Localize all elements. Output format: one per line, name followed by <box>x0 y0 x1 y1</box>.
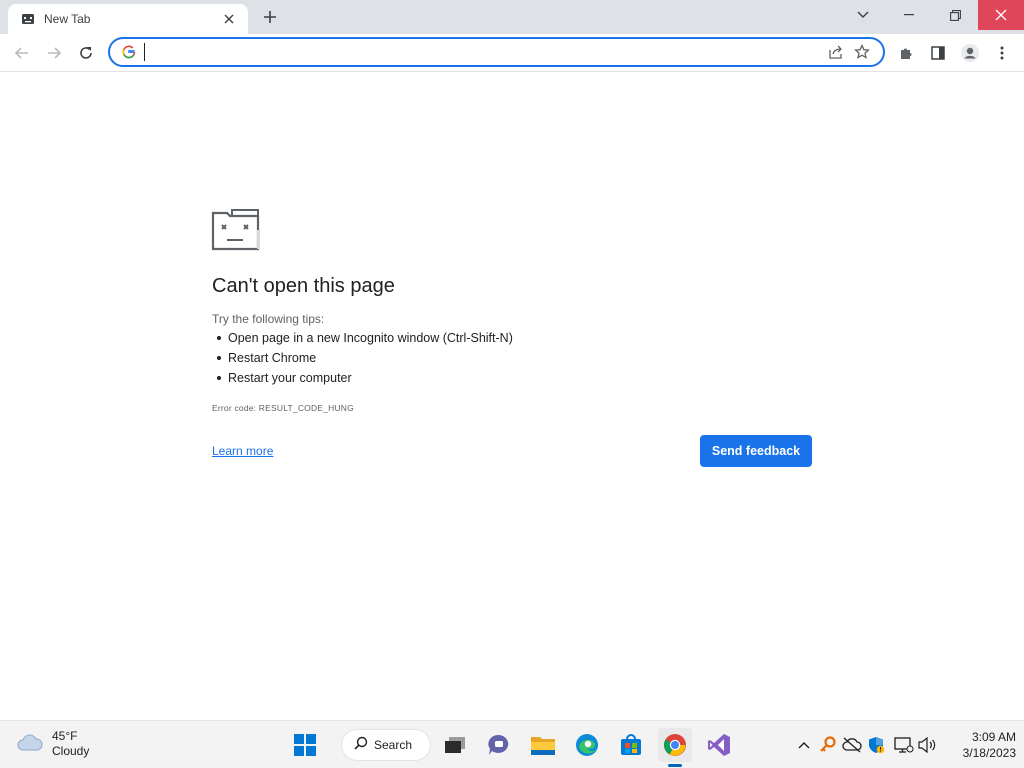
profile-avatar-icon[interactable] <box>957 40 983 66</box>
onedrive-offline-icon[interactable] <box>842 735 862 755</box>
weather-widget[interactable]: 45°F Cloudy <box>16 729 89 759</box>
tab-close-icon[interactable] <box>220 10 238 28</box>
extensions-puzzle-icon[interactable] <box>893 40 919 66</box>
forward-arrow-icon[interactable] <box>41 40 67 66</box>
weather-condition: Cloudy <box>52 744 90 758</box>
search-icon <box>354 736 368 755</box>
learn-more-link[interactable]: Learn more <box>212 444 273 458</box>
teams-chat-icon[interactable] <box>482 728 516 762</box>
security-shield-icon[interactable] <box>866 735 886 755</box>
network-monitor-icon[interactable] <box>894 735 914 755</box>
list-item: Open page in a new Incognito window (Ctr… <box>214 328 513 348</box>
clock-time: 3:09 AM <box>971 730 1016 744</box>
visual-studio-icon[interactable] <box>702 728 736 762</box>
tab-new-tab[interactable]: New Tab <box>8 4 248 34</box>
taskbar-search-button[interactable]: Search <box>342 730 430 760</box>
error-code: Error code: RESULT_CODE_HUNG <box>212 403 354 413</box>
new-tab-plus-icon[interactable] <box>258 6 282 28</box>
reload-icon[interactable] <box>73 40 99 66</box>
microsoft-store-icon[interactable] <box>614 728 648 762</box>
error-page: Can't open this page Try the following t… <box>0 72 1024 720</box>
tips-list: Open page in a new Incognito window (Ctr… <box>214 328 513 388</box>
list-item: Restart Chrome <box>214 348 513 368</box>
restore-icon[interactable] <box>939 0 971 30</box>
send-feedback-button[interactable]: Send feedback <box>700 435 812 467</box>
edge-browser-icon[interactable] <box>570 728 604 762</box>
address-input[interactable] <box>145 41 823 63</box>
google-g-icon <box>120 40 138 64</box>
error-title: Can't open this page <box>212 275 395 297</box>
browser-toolbar <box>0 34 1024 72</box>
system-clock[interactable]: 3:09 AM 3/18/2023 <box>946 729 1016 761</box>
sad-folder-icon <box>210 208 262 252</box>
weather-temperature: 45°F <box>52 729 78 743</box>
back-arrow-icon[interactable] <box>9 40 35 66</box>
windows-taskbar: 45°F Cloudy Search 3:09 AM 3/18/2023 <box>0 720 1024 768</box>
tips-label: Try the following tips: <box>212 312 325 326</box>
window-close-icon[interactable] <box>978 0 1024 30</box>
file-explorer-icon[interactable] <box>526 728 560 762</box>
tab-search-chevron-icon[interactable] <box>848 0 878 30</box>
minimize-icon[interactable] <box>893 0 925 30</box>
clock-date: 3/18/2023 <box>962 746 1016 760</box>
chrome-icon[interactable] <box>658 728 692 762</box>
windows-start-icon[interactable] <box>288 728 322 762</box>
cloud-icon <box>16 732 44 757</box>
show-hidden-icons-chevron-icon[interactable] <box>794 735 814 755</box>
new-tab-favicon-icon <box>20 11 36 27</box>
share-icon[interactable] <box>823 40 849 64</box>
chrome-active-indicator <box>668 764 682 767</box>
kebab-menu-icon[interactable] <box>989 40 1015 66</box>
key-tray-icon[interactable] <box>818 735 838 755</box>
browser-title-bar: New Tab <box>0 0 1024 34</box>
bookmark-star-icon[interactable] <box>849 40 875 64</box>
search-label: Search <box>374 738 413 752</box>
volume-speaker-icon[interactable] <box>918 735 938 755</box>
list-item: Restart your computer <box>214 368 513 388</box>
address-bar[interactable] <box>108 37 885 67</box>
side-panel-icon[interactable] <box>925 40 951 66</box>
task-view-icon[interactable] <box>438 728 472 762</box>
tab-title: New Tab <box>44 12 91 26</box>
